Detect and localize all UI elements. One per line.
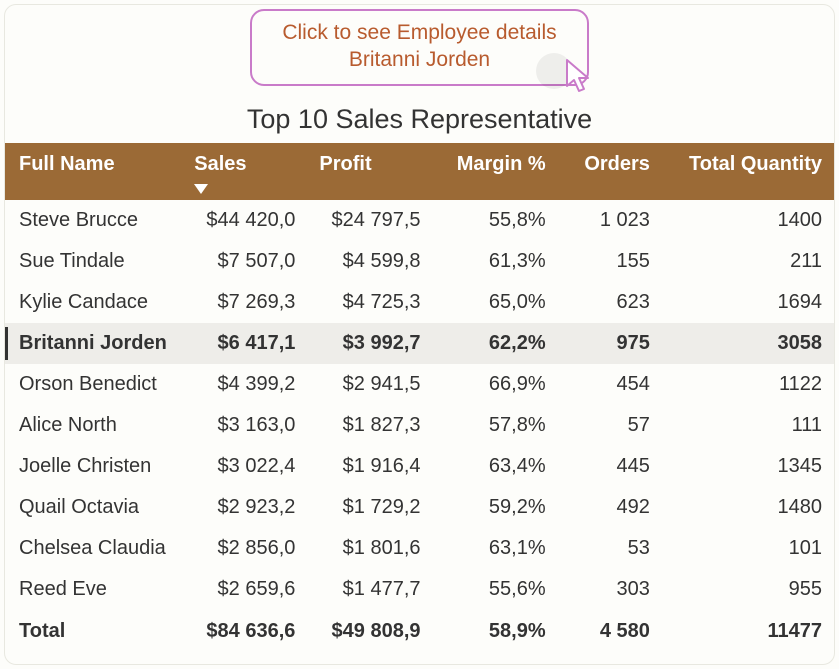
cell-orders: 623	[558, 282, 662, 323]
cell-profit: $1 477,7	[307, 569, 432, 610]
total-label: Total	[5, 610, 182, 653]
cell-qty: 101	[662, 528, 834, 569]
cell-orders: 975	[558, 323, 662, 364]
cell-margin: 62,2%	[433, 323, 558, 364]
cell-sales: $7 269,3	[182, 282, 307, 323]
col-header-total-quantity[interactable]: Total Quantity	[662, 143, 834, 200]
report-title: Top 10 Sales Representative	[5, 104, 834, 135]
cell-margin: 66,9%	[433, 364, 558, 405]
cell-sales: $4 399,2	[182, 364, 307, 405]
cell-orders: 155	[558, 241, 662, 282]
table-row[interactable]: Reed Eve$2 659,6$1 477,755,6%303955	[5, 569, 834, 610]
cell-qty: 111	[662, 405, 834, 446]
total-profit: $49 808,9	[307, 610, 432, 653]
sort-desc-icon	[194, 177, 208, 200]
total-sales: $84 636,6	[182, 610, 307, 653]
cell-sales: $3 163,0	[182, 405, 307, 446]
cell-profit: $1 729,2	[307, 487, 432, 528]
cell-sales: $6 417,1	[182, 323, 307, 364]
col-header-sales[interactable]: Sales	[182, 143, 307, 200]
cell-name: Kylie Candace	[5, 282, 182, 323]
total-orders: 4 580	[558, 610, 662, 653]
cell-qty: 955	[662, 569, 834, 610]
cell-qty: 1480	[662, 487, 834, 528]
cell-sales: $7 507,0	[182, 241, 307, 282]
cell-profit: $1 916,4	[307, 446, 432, 487]
cell-sales: $3 022,4	[182, 446, 307, 487]
total-qty: 11477	[662, 610, 834, 653]
cell-name: Sue Tindale	[5, 241, 182, 282]
cell-qty: 3058	[662, 323, 834, 364]
cell-margin: 59,2%	[433, 487, 558, 528]
total-margin: 58,9%	[433, 610, 558, 653]
cell-name: Quail Octavia	[5, 487, 182, 528]
cell-orders: 53	[558, 528, 662, 569]
col-header-orders[interactable]: Orders	[558, 143, 662, 200]
cursor-icon	[565, 58, 599, 103]
cell-margin: 61,3%	[433, 241, 558, 282]
cell-sales: $2 856,0	[182, 528, 307, 569]
table-row[interactable]: Steve Brucce$44 420,0$24 797,555,8%1 023…	[5, 200, 834, 241]
cell-orders: 445	[558, 446, 662, 487]
cell-sales: $44 420,0	[182, 200, 307, 241]
col-header-full-name[interactable]: Full Name	[5, 143, 182, 200]
cell-name: Reed Eve	[5, 569, 182, 610]
cell-name: Alice North	[5, 405, 182, 446]
cell-orders: 303	[558, 569, 662, 610]
col-header-profit[interactable]: Profit	[307, 143, 432, 200]
table-row[interactable]: Quail Octavia$2 923,2$1 729,259,2%492148…	[5, 487, 834, 528]
cell-qty: 211	[662, 241, 834, 282]
cell-margin: 57,8%	[433, 405, 558, 446]
col-header-sales-label: Sales	[194, 153, 246, 175]
cell-orders: 492	[558, 487, 662, 528]
cell-sales: $2 923,2	[182, 487, 307, 528]
table-row[interactable]: Orson Benedict$4 399,2$2 941,566,9%45411…	[5, 364, 834, 405]
cell-name: Britanni Jorden	[5, 323, 182, 364]
cell-margin: 55,6%	[433, 569, 558, 610]
table-row[interactable]: Kylie Candace$7 269,3$4 725,365,0%623169…	[5, 282, 834, 323]
total-row: Total $84 636,6 $49 808,9 58,9% 4 580 11…	[5, 610, 834, 653]
cell-name: Chelsea Claudia	[5, 528, 182, 569]
cell-margin: 65,0%	[433, 282, 558, 323]
table-row[interactable]: Joelle Christen$3 022,4$1 916,463,4%4451…	[5, 446, 834, 487]
cell-qty: 1345	[662, 446, 834, 487]
cell-orders: 454	[558, 364, 662, 405]
col-header-margin[interactable]: Margin %	[433, 143, 558, 200]
cell-orders: 57	[558, 405, 662, 446]
cell-profit: $1 827,3	[307, 405, 432, 446]
cell-sales: $2 659,6	[182, 569, 307, 610]
cell-orders: 1 023	[558, 200, 662, 241]
cell-qty: 1122	[662, 364, 834, 405]
cell-qty: 1400	[662, 200, 834, 241]
table-row[interactable]: Sue Tindale$7 507,0$4 599,861,3%155211	[5, 241, 834, 282]
cell-profit: $4 725,3	[307, 282, 432, 323]
cell-name: Orson Benedict	[5, 364, 182, 405]
cell-margin: 63,1%	[433, 528, 558, 569]
cell-profit: $3 992,7	[307, 323, 432, 364]
tooltip-line2: Britanni Jorden	[282, 46, 556, 73]
cell-profit: $1 801,6	[307, 528, 432, 569]
employee-detail-tooltip[interactable]: Click to see Employee details Britanni J…	[250, 9, 588, 86]
table-header-row: Full Name Sales Profit Margin % Orders T…	[5, 143, 834, 200]
cell-profit: $4 599,8	[307, 241, 432, 282]
cell-margin: 63,4%	[433, 446, 558, 487]
cell-qty: 1694	[662, 282, 834, 323]
table-row[interactable]: Britanni Jorden$6 417,1$3 992,762,2%9753…	[5, 323, 834, 364]
table-row[interactable]: Chelsea Claudia$2 856,0$1 801,663,1%5310…	[5, 528, 834, 569]
cell-name: Joelle Christen	[5, 446, 182, 487]
cell-margin: 55,8%	[433, 200, 558, 241]
table-row[interactable]: Alice North$3 163,0$1 827,357,8%57111	[5, 405, 834, 446]
cell-name: Steve Brucce	[5, 200, 182, 241]
cell-profit: $2 941,5	[307, 364, 432, 405]
sales-rep-table: Full Name Sales Profit Margin % Orders T…	[5, 143, 834, 653]
tooltip-line1: Click to see Employee details	[282, 19, 556, 46]
cell-profit: $24 797,5	[307, 200, 432, 241]
